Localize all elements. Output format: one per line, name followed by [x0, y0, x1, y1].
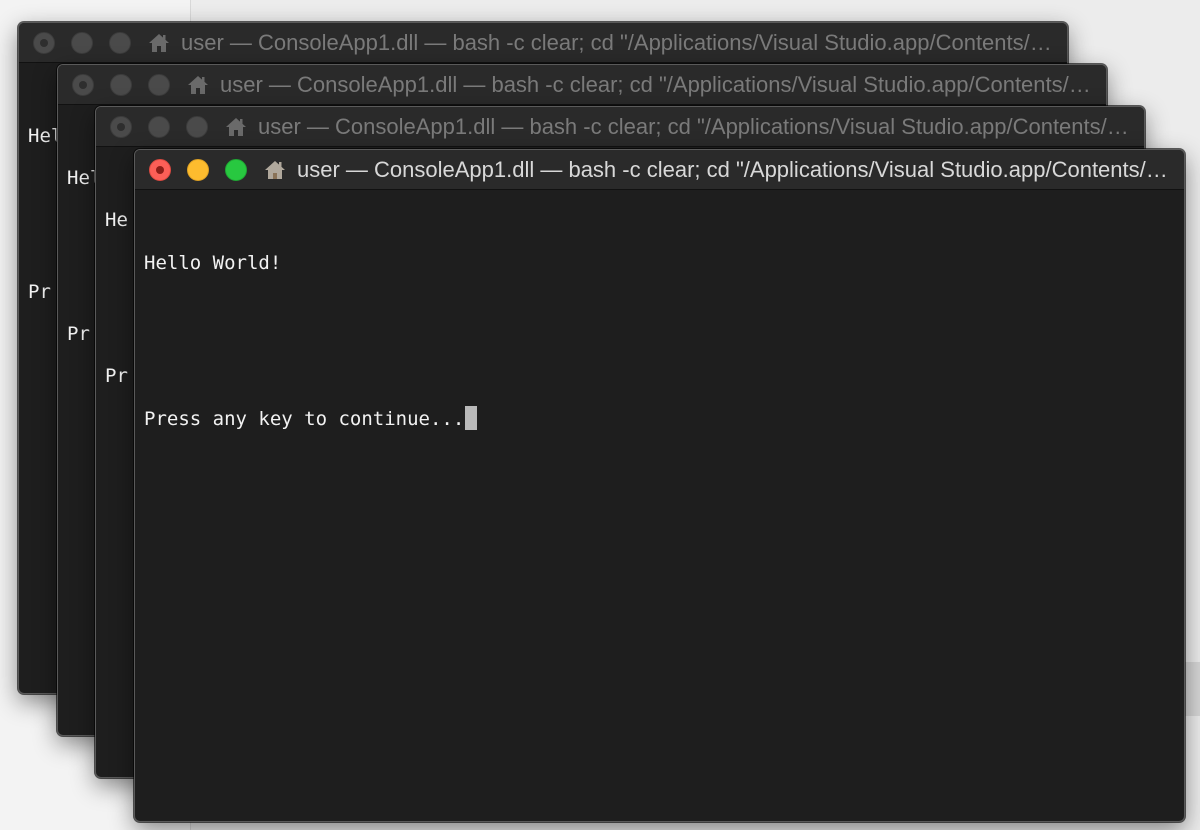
minimize-icon[interactable] — [148, 115, 170, 138]
terminal-output[interactable]: Hello World! Press any key to continue..… — [135, 190, 1184, 492]
window-title: user — ConsoleApp1.dll — bash -c clear; … — [181, 29, 1067, 55]
terminal-prompt-text: Press any key to continue... — [144, 408, 465, 430]
close-icon[interactable] — [110, 115, 132, 138]
background-scrollbar[interactable] — [1184, 662, 1200, 716]
home-icon — [149, 33, 169, 52]
home-icon — [188, 75, 208, 94]
terminal-window-active[interactable]: user — ConsoleApp1.dll — bash -c clear; … — [134, 149, 1185, 822]
window-title: user — ConsoleApp1.dll — bash -c clear; … — [258, 113, 1144, 139]
titlebar[interactable]: user — ConsoleApp1.dll — bash -c clear; … — [19, 23, 1067, 63]
terminal-line-prompt: Press any key to continue... — [144, 406, 1175, 432]
titlebar[interactable]: user — ConsoleApp1.dll — bash -c clear; … — [58, 65, 1106, 105]
zoom-icon[interactable] — [186, 115, 208, 138]
titlebar[interactable]: user — ConsoleApp1.dll — bash -c clear; … — [135, 150, 1184, 190]
close-icon[interactable] — [149, 158, 171, 181]
close-icon[interactable] — [33, 31, 55, 54]
minimize-icon[interactable] — [187, 158, 209, 181]
window-title: user — ConsoleApp1.dll — bash -c clear; … — [297, 156, 1184, 182]
window-title: user — ConsoleApp1.dll — bash -c clear; … — [220, 71, 1106, 97]
close-icon[interactable] — [72, 73, 94, 96]
terminal-line: Hello World! — [144, 252, 282, 274]
zoom-icon[interactable] — [225, 158, 247, 181]
zoom-icon[interactable] — [109, 31, 131, 54]
home-icon — [265, 160, 285, 179]
minimize-icon[interactable] — [71, 31, 93, 54]
titlebar[interactable]: user — ConsoleApp1.dll — bash -c clear; … — [96, 107, 1144, 147]
minimize-icon[interactable] — [110, 73, 132, 96]
block-cursor — [465, 406, 478, 430]
home-icon — [226, 117, 246, 136]
zoom-icon[interactable] — [148, 73, 170, 96]
